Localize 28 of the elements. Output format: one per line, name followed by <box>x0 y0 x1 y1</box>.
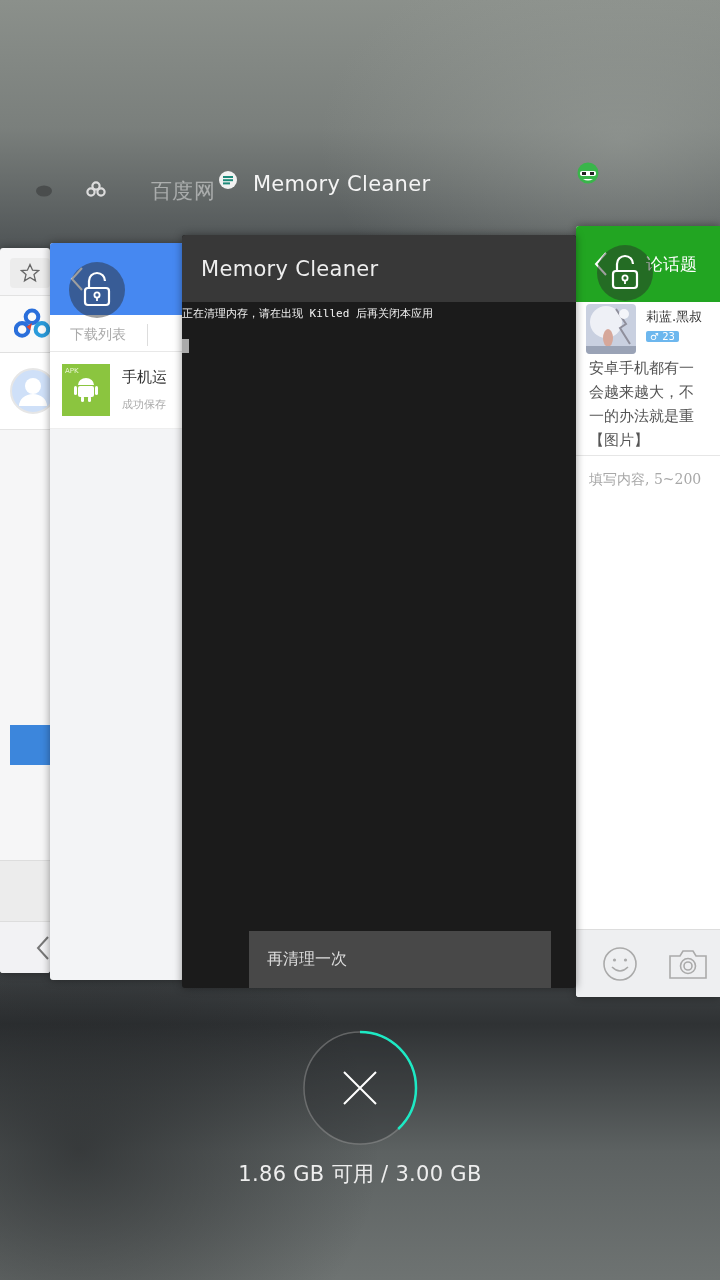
lock-icon[interactable] <box>69 262 125 318</box>
page-title: 论话题 <box>646 252 697 276</box>
bookmark-button[interactable] <box>10 258 50 288</box>
clean-again-button[interactable]: 再清理一次 <box>249 931 551 988</box>
memory-status: 1.86 GB 可用 / 3.00 GB <box>238 1161 482 1188</box>
app-label: 百度网 <box>151 178 215 205</box>
post-text-line: 一的办法就是重 <box>589 406 695 427</box>
file-status: 成功保存 <box>122 397 167 412</box>
star-icon <box>20 263 40 283</box>
console-output: 正在清理内存，请在出现 Killed 后再关闭本应用 <box>182 306 434 321</box>
comment-field[interactable]: 填写内容, 5~200 <box>576 456 720 492</box>
app-title: Memory Cleaner <box>201 256 379 281</box>
app-window[interactable] <box>0 248 50 973</box>
cloud-icon[interactable] <box>86 181 106 197</box>
cloud-logo-icon <box>14 307 50 341</box>
user-name[interactable]: 莉蓝.黑叔 <box>646 308 703 326</box>
app-window[interactable]: Memory Cleaner 正在清理内存，请在出现 Killed 后再关闭本应用 再清理一次 <box>182 235 576 988</box>
android-icon <box>73 375 99 403</box>
text-cursor <box>182 339 189 353</box>
post-text-line: 会越来越大，不 <box>589 382 695 403</box>
post-text-line: 安卓手机都有一 <box>589 358 695 379</box>
mascot-icon[interactable] <box>577 162 600 184</box>
gender-age-badge: ♂ 23 <box>646 331 679 342</box>
back-icon[interactable] <box>36 934 50 961</box>
app-label: Memory Cleaner <box>252 172 431 196</box>
file-name: 手机运 <box>122 368 167 387</box>
post-text-line: 【图片】 <box>589 430 650 451</box>
list-icon[interactable] <box>219 171 237 189</box>
